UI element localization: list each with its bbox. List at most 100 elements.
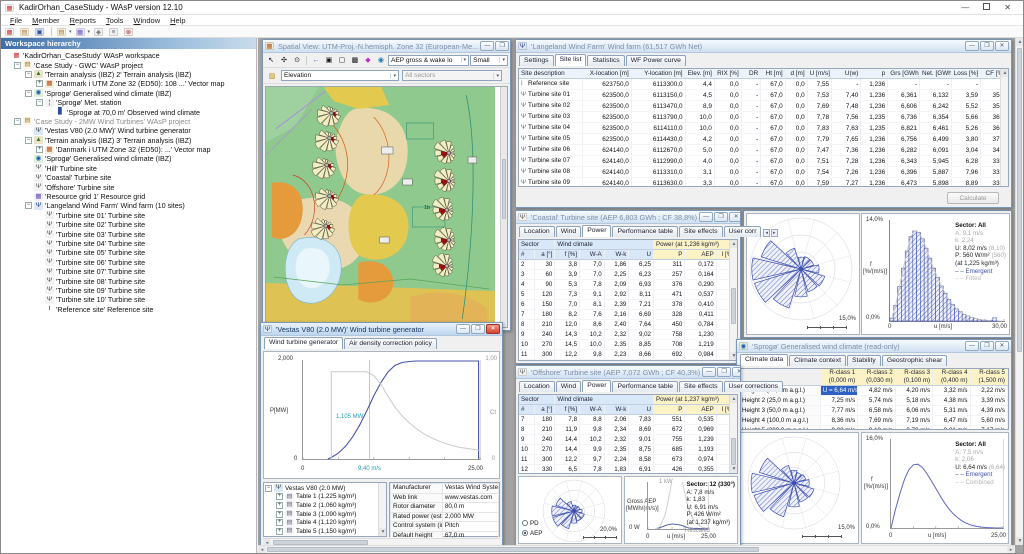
tree-item[interactable]: Ψ'Hill' Turbine site [3,164,256,173]
windfarm-scrollbar[interactable]: ▲ [1000,69,1008,186]
column-header[interactable]: U [629,250,654,260]
tree-item[interactable]: −▲'Terrain analysis (IBZ) 3' Terrain ana… [3,136,256,145]
tree-item[interactable]: Ψ'Turbine site 09' Turbine site [3,286,256,295]
column-header[interactable]: # [519,250,535,260]
offshore-sector-row[interactable]: 821011,99,82,348,696720,969- [519,425,737,435]
results-button[interactable]: ◆ [362,55,374,65]
offshore-sector-row[interactable]: 71807,88,82,067,835510,535- [519,415,737,425]
close-button[interactable]: ✕ [1004,3,1011,12]
close-button[interactable]: ✕ [729,212,740,222]
tab-location[interactable]: Location [519,226,555,237]
menu-window[interactable]: Window [128,16,165,25]
tree-item[interactable]: I'Reference site' Reference site [3,305,256,314]
tab-wind-turbine-generator[interactable]: Wind turbine generator [264,337,343,349]
column-header[interactable]: Y-location [m] [631,69,685,79]
menu-help[interactable]: Help [165,16,190,25]
windfarm-site-row[interactable]: ΨTurbine site 05623500,06114430,04,20,0-… [519,134,1008,145]
column-header[interactable]: P [653,405,684,415]
tree-item[interactable]: +▤Table 6 (1,180 kg/m³) [265,536,385,537]
member-tools-button[interactable]: ▦▾ [75,27,92,37]
save-button[interactable]: ▣ [34,27,47,37]
mdi-hscrollbar[interactable]: ◂▸ [258,545,1015,553]
tree-item[interactable]: Ψ'Offshore' Turbine site [3,182,256,191]
windfarm-site-row[interactable]: ΨTurbine site 09624140,06113630,03,30,0-… [519,178,1008,188]
windfarm-site-row[interactable]: ΨTurbine site 08624140,06113310,03,10,0-… [519,167,1008,178]
sector-dropdown[interactable]: All sectors▾ [402,70,502,81]
expand-toggle[interactable]: + [276,519,283,526]
offshore-sector-row[interactable]: 924014,410,22,329,017551,239- [519,435,737,445]
coastal-sector-row[interactable]: 51207,39,12,928,114710,537- [519,290,737,300]
zoom-tool[interactable]: ⊙ [291,55,303,65]
windfarm-site-row[interactable]: ΨTurbine site 02623500,06113470,08,90,0-… [519,101,1008,112]
collapse-toggle[interactable]: − [25,71,32,78]
coastal-sector-row[interactable]: 4905,37,82,096,933760,290- [519,280,737,290]
collapse-toggle[interactable]: − [14,62,21,69]
column-header[interactable]: f [%] [555,405,580,415]
windfarm-window[interactable]: Ψ 'Langeland Wind Farm' Wind farm (61,51… [515,39,1012,208]
collapse-toggle[interactable]: − [25,90,32,97]
offshore-scrollbar[interactable]: ▲▼ [729,395,737,473]
column-header[interactable]: d [m] [785,69,807,79]
tree-item[interactable]: Ψ'Turbine site 05' Turbine site [3,248,256,257]
terrain-map[interactable] [266,87,495,327]
coastal-sector-row[interactable]: 924014,310,22,329,027581,230- [519,330,737,340]
tab-wf-power-curve[interactable]: WF Power curve [626,55,686,66]
spatial-view-window[interactable]: ▦ Spatial View: UTM-Proj.-N.hemisph. Zon… [262,39,511,331]
restore-button[interactable] [983,3,990,10]
column-header[interactable]: DR [741,69,761,79]
close-button[interactable]: ✕ [732,367,740,377]
tree-item[interactable]: −¦'Sprogø' Met. station [3,98,256,107]
coastal-sector-row[interactable]: 2303,87,01,866,253110,172- [519,260,737,270]
coastal-sector-row[interactable]: 1130012,29,82,238,666920,984- [519,350,737,360]
refresh-button[interactable]: ≡ [108,27,121,37]
maximize-button[interactable]: ❐ [980,41,994,51]
expand-toggle[interactable]: + [276,528,283,535]
tree-item[interactable]: +▤Table 5 (1,150 kg/m³) [265,527,385,536]
maximize-button[interactable]: ❐ [714,212,728,222]
coastal-site-window[interactable]: Ψ 'Coastal' Turbine site (AEP 6,803 GWh … [515,210,741,364]
offshore-sector-row[interactable]: 1130012,29,72,248,586730,974- [519,455,737,465]
minimize-button[interactable]: — [702,367,716,377]
vestas-titlebar[interactable]: Ψ 'Vestas V80 (2.0 MW)' Wind turbine gen… [261,323,502,336]
offshore-sector-row[interactable]: 123306,57,81,836,914260,355- [519,465,737,475]
tree-item[interactable]: Ψ'Turbine site 04' Turbine site [3,239,256,248]
column-header[interactable]: U(w) [832,69,861,79]
tree-item[interactable]: Ψ'Vestas V80 (2.0 MW)' Wind turbine gene… [3,126,256,135]
column-header[interactable]: a [°] [535,405,555,415]
gwc-height-row[interactable]: Height 3 (50,0 m a.g.l.)7,77 m/s6,58 m/s… [740,406,1008,416]
tree-item[interactable]: −ΨVestas V80 (2.0 MW) [265,484,385,493]
column-header[interactable]: W-A [580,405,605,415]
tree-item[interactable]: Ψ'Turbine site 03' Turbine site [3,229,256,238]
tree-item[interactable]: −▤'Case Study - GWC' WAsP project [3,60,256,69]
maximize-button[interactable]: ❐ [471,324,485,334]
coastal-sector-row[interactable]: 71808,27,62,166,693280,411- [519,310,737,320]
column-header[interactable]: AEP [685,250,716,260]
column-header[interactable]: Elev. [m] [685,69,714,79]
column-header[interactable]: Site description [519,69,583,79]
tab-location[interactable]: Location [519,381,555,392]
close-button[interactable]: ✕ [995,41,1009,51]
menu-member[interactable]: Member [27,16,65,25]
tree-item[interactable]: Ψ'Turbine site 10' Turbine site [3,295,256,304]
wtg-property-row[interactable]: ManufacturerVestas Wind Systems [391,484,499,494]
tab-scroll-right[interactable]: ▸ [771,229,778,237]
close-button[interactable]: ✕ [486,324,500,334]
maximize-button[interactable]: ❐ [980,341,994,351]
column-header[interactable]: U [629,405,654,415]
tree-item[interactable]: +▤Table 2 (1,060 kg/m³) [265,501,385,510]
expand-toggle[interactable]: + [276,493,283,500]
column-header[interactable]: RIX [%] [714,69,741,79]
wtg-list-scrollbar[interactable]: ▼ [378,483,386,536]
windfarm-site-row[interactable]: IReference site623750,06113300,04,40,0-6… [519,79,1008,90]
column-header[interactable]: a [°] [535,250,555,260]
tree-item[interactable]: Ψ'Turbine site 01' Turbine site [3,211,256,220]
vestas-wtg-window[interactable]: Ψ 'Vestas V80 (2.0 MW)' Wind turbine gen… [260,322,503,548]
offshore-sector-row[interactable]: 1027014,49,92,358,756851,193- [519,445,737,455]
column-header[interactable]: X-location [m] [583,69,632,79]
radio-pd[interactable]: PD [522,519,539,527]
tab-climate-data[interactable]: Climate data [740,354,788,366]
tree-item[interactable]: ▊'Sprogø at 70,0 m' Observed wind climat… [3,107,256,116]
expand-toggle[interactable]: + [276,536,283,537]
column-header[interactable]: f [%] [555,250,580,260]
column-header[interactable]: p [861,69,888,79]
